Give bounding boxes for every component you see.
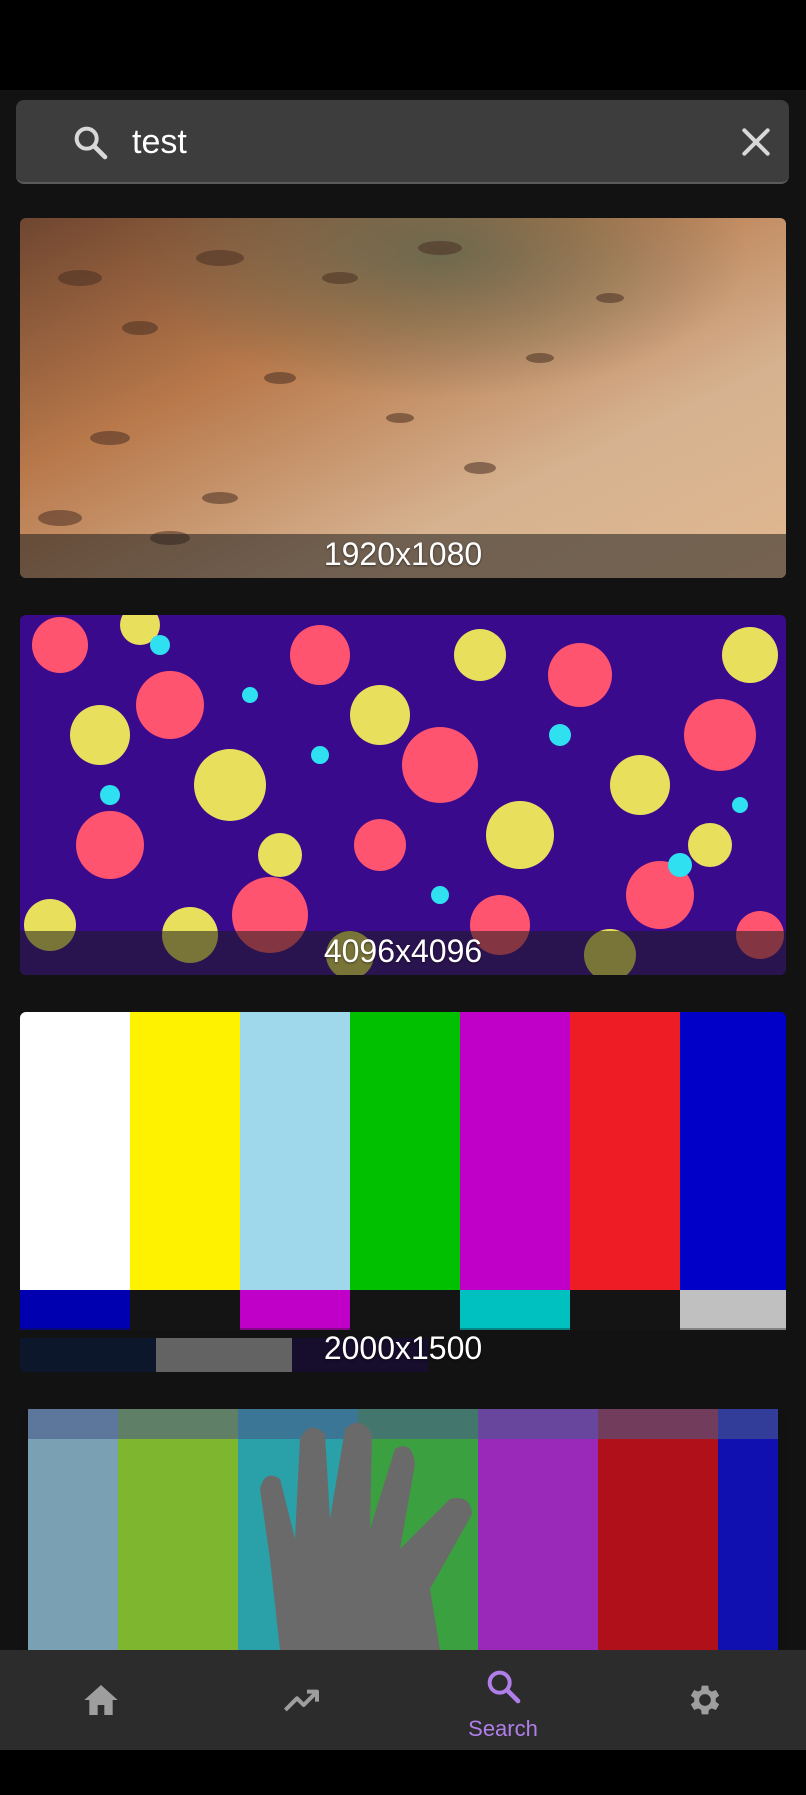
- wallpaper-thumbnail: [20, 218, 786, 578]
- result-card[interactable]: [20, 1409, 786, 1650]
- nav-home[interactable]: [21, 1650, 181, 1750]
- home-icon: [84, 1685, 118, 1715]
- status-bar: [0, 0, 806, 90]
- gear-icon: [690, 1685, 720, 1715]
- wallpaper-thumbnail: [20, 615, 786, 975]
- result-card[interactable]: 1920x1080: [20, 218, 786, 578]
- search-icon: [74, 126, 108, 160]
- bottom-navigation: Search: [0, 1650, 806, 1750]
- resolution-label: 2000x1500: [323, 1330, 483, 1366]
- search-bar[interactable]: test: [16, 100, 789, 184]
- close-icon[interactable]: [736, 122, 776, 162]
- nav-search-label: Search: [468, 1716, 538, 1741]
- nav-search[interactable]: Search: [423, 1650, 583, 1750]
- wallpaper-thumbnail: [20, 1409, 786, 1650]
- resolution-label: 1920x1080: [323, 536, 483, 572]
- result-card[interactable]: 2000x1500: [20, 1012, 786, 1372]
- search-input[interactable]: test: [132, 120, 187, 164]
- wallpaper-thumbnail: [20, 1012, 786, 1372]
- resolution-label: 4096x4096: [323, 933, 483, 969]
- nav-trending[interactable]: [222, 1650, 382, 1750]
- search-icon: [487, 1670, 521, 1704]
- system-gesture-bar: [0, 1750, 806, 1795]
- nav-settings[interactable]: [625, 1650, 785, 1750]
- trending-icon: [283, 1689, 319, 1712]
- result-card[interactable]: 4096x4096: [20, 615, 786, 975]
